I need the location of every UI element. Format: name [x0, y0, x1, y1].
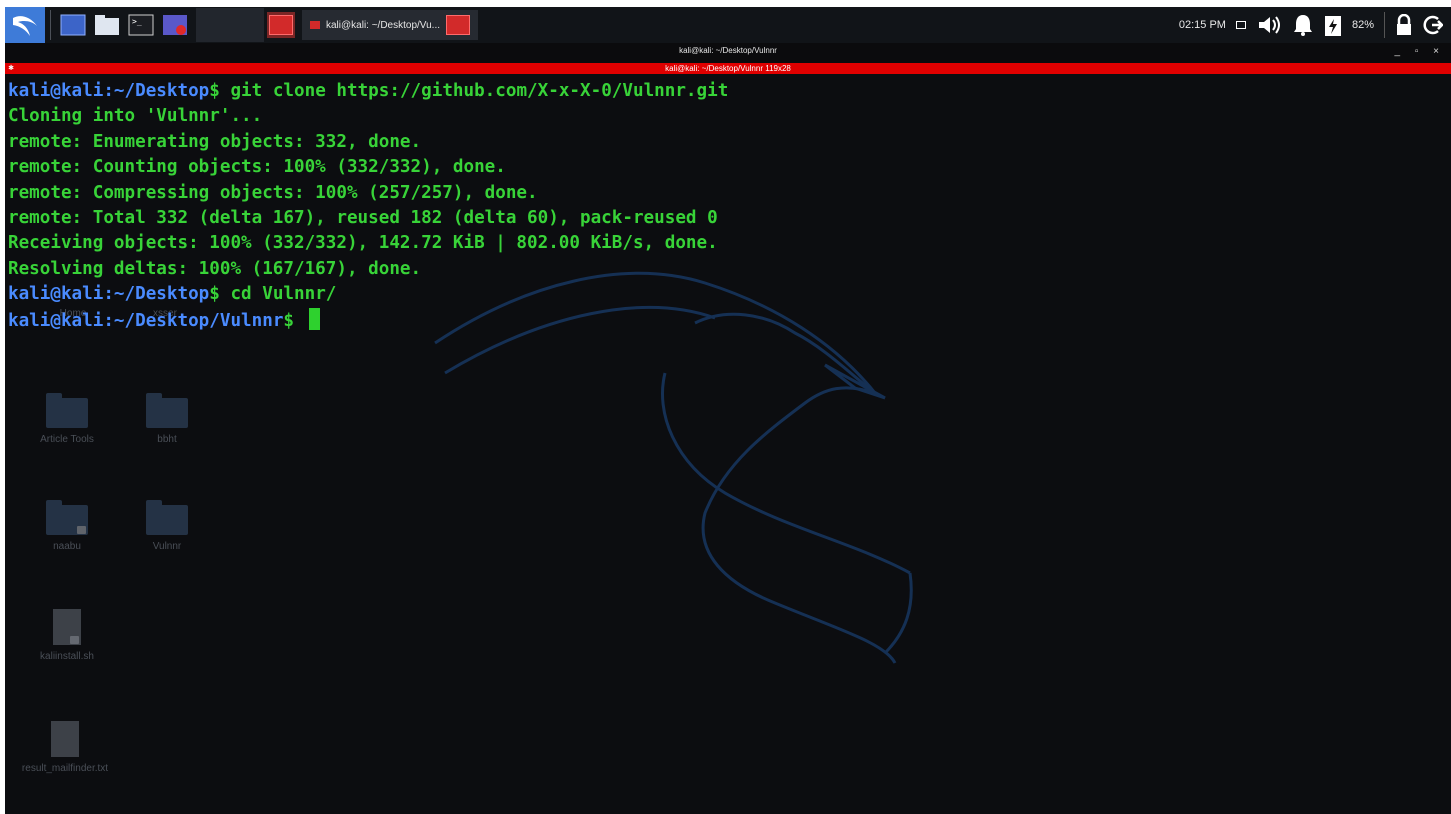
- clock[interactable]: 02:15 PM: [1179, 19, 1226, 31]
- desktop-icon-label: Vulnnr: [152, 541, 182, 552]
- workspace-window-thumb[interactable]: [267, 12, 295, 38]
- desktop-icon-result-mailfinder[interactable]: result_mailfinder.txt: [17, 721, 113, 774]
- prompt-user: kali@kali: [8, 81, 104, 101]
- volume-icon[interactable]: [1256, 14, 1282, 36]
- locked-folder-icon: [46, 500, 88, 535]
- prompt-command: $ cd Vulnnr/: [209, 284, 337, 305]
- terminal-output-line: Resolving deltas: 100% (167/167), done.: [8, 258, 422, 279]
- desktop-icon-bbht[interactable]: bbht: [117, 393, 217, 445]
- folder-icon: [46, 393, 88, 428]
- lock-icon[interactable]: [1395, 14, 1413, 36]
- prompt-path: :~/Desktop: [103, 81, 210, 101]
- terminal-output-line: remote: Enumerating objects: 332, done.: [8, 131, 422, 152]
- prompt-user: kali@kali: [8, 310, 104, 331]
- task-red-badge-icon: [446, 15, 470, 35]
- terminal-output-line: remote: Total 332 (delta 167), reused 18…: [8, 208, 718, 229]
- lock-badge-icon: [77, 526, 86, 534]
- terminal-output-line: Receiving objects: 100% (332/332), 142.7…: [8, 233, 718, 254]
- desktop-icon-label: bbht: [157, 434, 177, 445]
- prompt-user: kali@kali: [8, 284, 104, 305]
- screen-recorder-icon: [163, 15, 187, 35]
- lock-badge-icon: [70, 636, 79, 644]
- desktop-icon-label: kaliinstall.sh: [40, 651, 94, 662]
- prompt-command: $: [283, 310, 305, 331]
- terminal-prompt-line: kali@kali:~/Desktop/Vulnnr$: [8, 307, 728, 334]
- tray-separator: [1384, 12, 1385, 38]
- window-controls[interactable]: _ ▫ ×: [1394, 46, 1445, 57]
- show-desktop-icon: [60, 14, 86, 36]
- kali-menu-button[interactable]: [5, 7, 45, 43]
- battery-percentage: 82%: [1351, 19, 1374, 31]
- taskbar-item-label: kali@kali: ~/Desktop/Vu...: [326, 19, 440, 31]
- desktop-icon-kaliinstall[interactable]: kaliinstall.sh: [17, 609, 117, 662]
- workspace-switcher[interactable]: [196, 8, 264, 42]
- kali-menu-icon: [13, 16, 37, 36]
- terminal-cursor: [308, 307, 320, 330]
- svg-text:>_: >_: [132, 17, 142, 26]
- terminal-tab-bar[interactable]: ✱ kali@kali: ~/Desktop/Vulnnr 119x28: [5, 63, 1451, 74]
- terminal-task-icon: [310, 21, 320, 29]
- terminal-button[interactable]: >_: [127, 12, 155, 38]
- terminal-tab-title: kali@kali: ~/Desktop/Vulnnr 119x28: [665, 64, 791, 73]
- text-file-icon: [51, 721, 79, 757]
- desktop-icon-vulnnr[interactable]: Vulnnr: [117, 500, 217, 552]
- panel-separator: [50, 10, 51, 40]
- file-manager-icon: [95, 15, 119, 35]
- taskbar-item-terminal[interactable]: kali@kali: ~/Desktop/Vu...: [302, 10, 478, 40]
- screen-recorder-button[interactable]: [161, 12, 189, 38]
- terminal-prompt-line: kali@kali:~/Desktop$ cd Vulnnr/: [8, 282, 728, 307]
- desktop-icon-label: Article Tools: [40, 434, 94, 445]
- desktop-icon-label: result_mailfinder.txt: [21, 763, 109, 774]
- terminal-icon: >_: [128, 14, 154, 36]
- show-desktop-button[interactable]: [59, 12, 87, 38]
- system-tray: 02:15 PM 82%: [1179, 7, 1443, 43]
- prompt-path: :~/Desktop: [103, 284, 210, 305]
- prompt-command: $ git clone https://github.com/X-x-X-0/V…: [209, 81, 729, 101]
- folder-icon: [146, 393, 188, 428]
- terminal-output-line: Cloning into 'Vulnnr'...: [8, 106, 263, 127]
- root-indicator-icon: ✱: [8, 65, 14, 72]
- terminal-window-thumb-icon: [269, 15, 293, 35]
- terminal-titlebar[interactable]: kali@kali: ~/Desktop/Vulnnr _ ▫ ×: [5, 43, 1451, 63]
- power-manager-icon[interactable]: [1324, 13, 1342, 37]
- logout-icon[interactable]: [1423, 14, 1443, 36]
- desktop-icon-label: naabu: [53, 541, 81, 552]
- terminal-output-line: remote: Compressing objects: 100% (257/2…: [8, 182, 538, 203]
- terminal-prompt-line: kali@kali:~/Desktop$ git clone https://g…: [8, 79, 728, 104]
- notification-bell-icon[interactable]: [1292, 13, 1314, 37]
- file-manager-button[interactable]: [93, 12, 121, 38]
- desktop-icon-naabu[interactable]: naabu: [17, 500, 117, 552]
- terminal-output[interactable]: kali@kali:~/Desktop$ git clone https://g…: [8, 79, 728, 334]
- terminal-window[interactable]: Home xsser Article Tools bbht naabu Vuln…: [5, 43, 1451, 814]
- tray-window-icon[interactable]: [1235, 21, 1246, 29]
- terminal-output-line: remote: Counting objects: 100% (332/332)…: [8, 157, 506, 178]
- top-panel: >_ kali@kali: ~/Desktop/Vu... 02:15 PM 8…: [5, 7, 1451, 43]
- script-file-icon: [53, 609, 81, 645]
- prompt-path: :~/Desktop/Vulnnr: [103, 310, 284, 331]
- folder-icon: [146, 500, 188, 535]
- desktop-icon-article-tools[interactable]: Article Tools: [17, 393, 117, 445]
- window-title: kali@kali: ~/Desktop/Vulnnr: [679, 46, 777, 55]
